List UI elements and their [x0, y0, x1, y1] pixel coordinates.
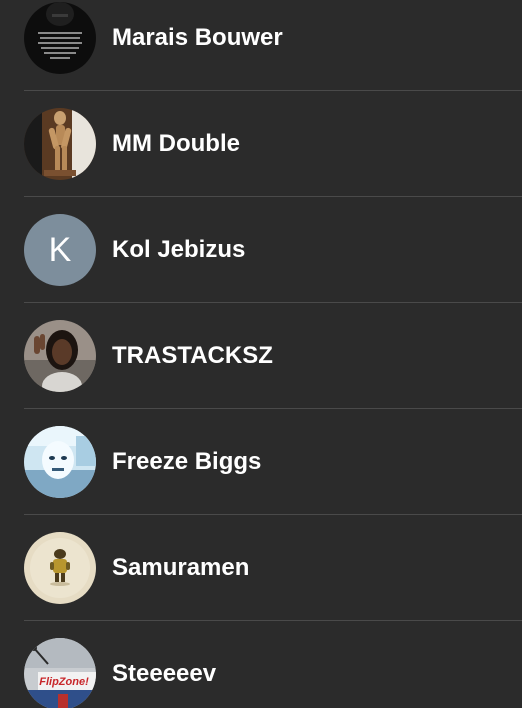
- contact-row-samuramen[interactable]: Samuramen: [0, 515, 522, 621]
- contact-row-freeze-biggs[interactable]: Freeze Biggs: [0, 409, 522, 515]
- contact-row-steeeeev[interactable]: FlipZone! Steeeeev: [0, 621, 522, 708]
- letter-avatar: K: [24, 214, 96, 286]
- contact-name: Freeze Biggs: [112, 448, 262, 475]
- selfie-avatar: [24, 320, 96, 392]
- contact-row-kol-jebizus[interactable]: K Kol Jebizus: [0, 197, 522, 303]
- contact-name: Samuramen: [112, 554, 250, 581]
- quote-poster-avatar: [24, 2, 96, 74]
- svg-text:FlipZone!: FlipZone!: [39, 676, 89, 688]
- inverted-photo-avatar: [24, 426, 96, 498]
- contact-name: MM Double: [112, 130, 240, 157]
- flipzone-sign-avatar: FlipZone!: [24, 638, 96, 708]
- contact-row-marais-bouwer[interactable]: Marais Bouwer: [0, 0, 522, 91]
- contact-row-mm-double[interactable]: MM Double: [0, 91, 522, 197]
- wooden-mannequin-avatar: [24, 108, 96, 180]
- contact-row-trastacksz[interactable]: TRASTACKSZ: [0, 303, 522, 409]
- contact-name: Steeeeev: [112, 660, 217, 687]
- contact-name: TRASTACKSZ: [112, 342, 273, 369]
- contact-list: Marais Bouwer MM Double K Kol Jebizus TR…: [0, 0, 522, 708]
- figurine-avatar: [24, 532, 96, 604]
- contact-name: Kol Jebizus: [112, 236, 246, 263]
- contact-name: Marais Bouwer: [112, 24, 283, 51]
